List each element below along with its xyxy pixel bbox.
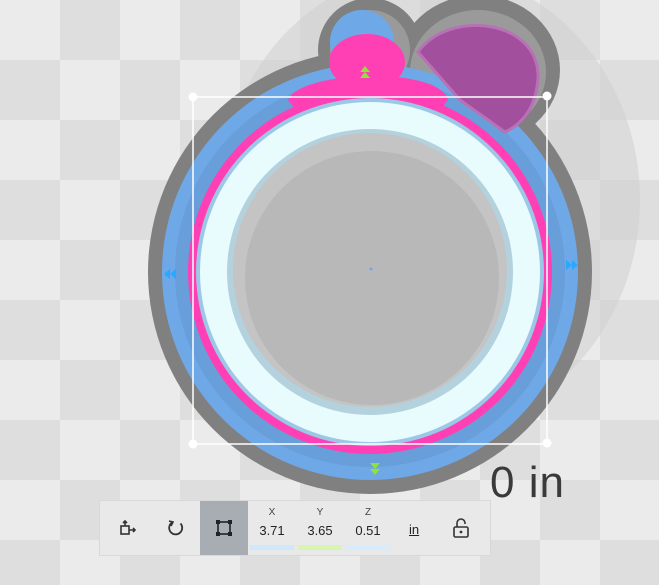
z-color-bar (346, 545, 390, 550)
move-icon (120, 519, 137, 535)
x-axis-label: X (268, 507, 276, 518)
dimension-readout: 0 in (490, 458, 565, 507)
scale-handle-br[interactable] (542, 438, 552, 448)
scale-icon (216, 520, 232, 536)
scale-handle-tr[interactable] (542, 91, 552, 101)
y-coordinate-field[interactable]: Y 3.65 (296, 501, 344, 555)
y-color-bar (298, 545, 342, 550)
x-value[interactable]: 3.71 (248, 523, 296, 538)
x-color-bar (250, 545, 294, 550)
unlock-icon (453, 518, 469, 538)
transform-toolbar: X 3.71 Y 3.65 Z 0.51 in (99, 500, 491, 556)
unit-toggle[interactable]: in (409, 522, 419, 537)
rotate-icon (168, 520, 184, 536)
scale-tool-button[interactable] (200, 501, 248, 555)
y-axis-label: Y (316, 507, 324, 518)
z-coordinate-field[interactable]: Z 0.51 (344, 501, 392, 555)
x-coordinate-field[interactable]: X 3.71 (248, 501, 296, 555)
rotate-tool-button[interactable] (152, 501, 200, 555)
center-marker (369, 267, 373, 271)
scale-handle-tl[interactable] (188, 92, 198, 102)
lock-toggle-button[interactable] (448, 515, 474, 541)
y-value[interactable]: 3.65 (296, 523, 344, 538)
z-axis-label: Z (364, 507, 372, 518)
scale-handle-bl[interactable] (188, 439, 198, 449)
z-value[interactable]: 0.51 (344, 523, 392, 538)
move-tool-button[interactable] (104, 501, 152, 555)
